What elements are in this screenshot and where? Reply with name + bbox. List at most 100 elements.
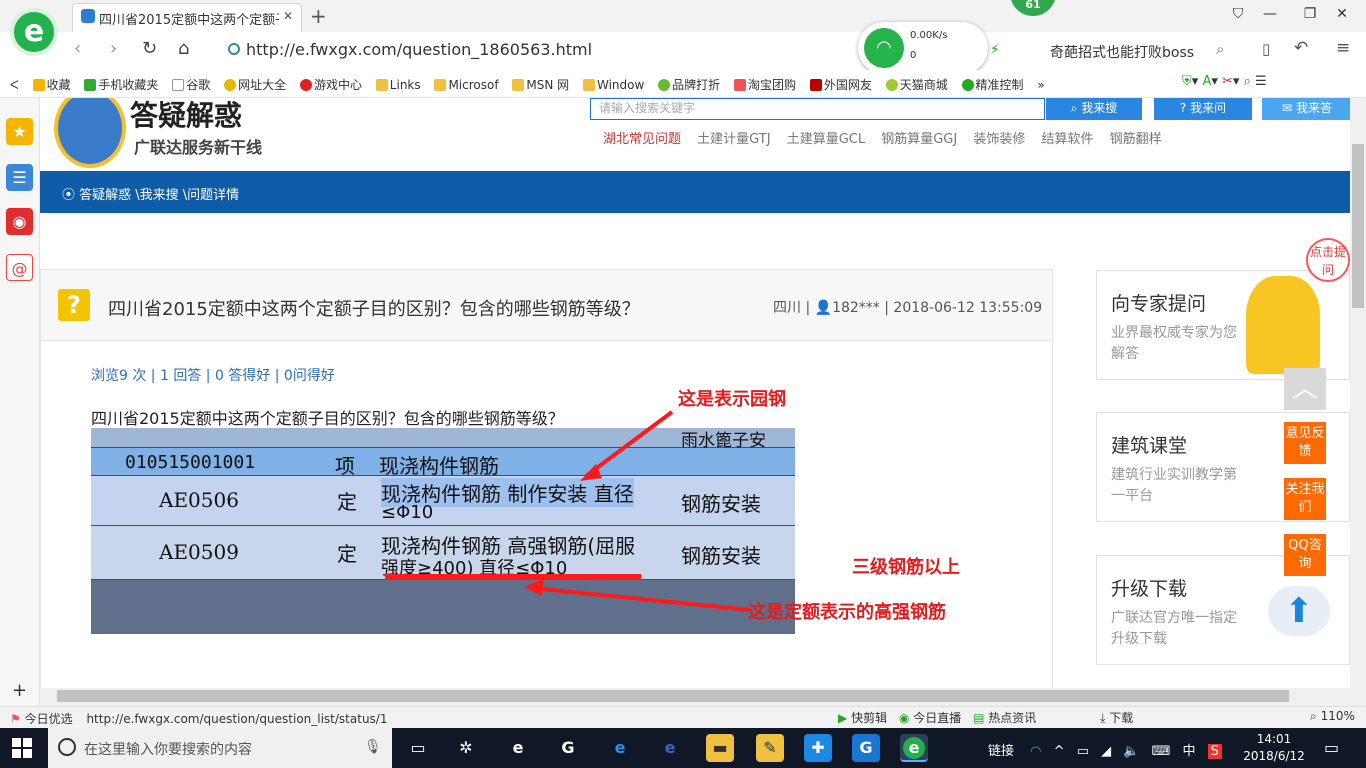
notification-center-icon[interactable]: ▭: [1324, 738, 1339, 757]
bookmark-item[interactable]: 网址大全: [224, 78, 286, 92]
swirl-app-icon[interactable]: G: [554, 734, 582, 762]
bookmark-item[interactable]: MSN 网: [512, 78, 569, 92]
taskbar-clock[interactable]: 14:01 2018/6/12: [1240, 731, 1308, 765]
add-icon[interactable]: +: [12, 680, 27, 701]
ask-button[interactable]: ? 我来问: [1154, 98, 1252, 120]
edge-icon[interactable]: e: [606, 734, 634, 762]
tray-link[interactable]: 链接: [988, 744, 1014, 759]
bookmark-item[interactable]: 淘宝团购: [734, 78, 796, 92]
bookmark-item[interactable]: Window: [583, 78, 644, 92]
undo-icon[interactable]: ↶: [1294, 38, 1308, 58]
ie-e-app-icon[interactable]: e: [504, 734, 532, 762]
wifi-icon[interactable]: ◠: [1030, 744, 1041, 759]
status-item[interactable]: 今日直播: [913, 711, 961, 725]
annotation-round-steel: 这是表示园钢: [678, 389, 786, 410]
status-today-pick[interactable]: 今日优选: [25, 712, 73, 726]
arrowhead-high-strength: [524, 578, 544, 596]
bookmark-item[interactable]: Links: [375, 78, 421, 92]
net-speed: 0.00K/s: [910, 30, 948, 41]
favorites-icon[interactable]: ★: [6, 118, 33, 145]
browser-taskbar-icon[interactable]: e: [900, 734, 928, 762]
lightning-icon[interactable]: ⚡: [990, 42, 1000, 58]
task-view-icon[interactable]: ▭: [404, 734, 432, 762]
bookmark-item[interactable]: 品牌打折: [658, 78, 720, 92]
minimize-icon[interactable]: —: [1250, 6, 1290, 22]
pinwheel-app-icon[interactable]: ✲: [452, 734, 480, 762]
bookmark-item[interactable]: 外国网友: [809, 78, 872, 92]
search-button[interactable]: ⌕ 我来搜: [1046, 98, 1142, 120]
plus-app-icon[interactable]: ✚: [804, 734, 832, 762]
news-icon: ▤: [973, 711, 985, 725]
taskbar-search-input[interactable]: 在这里输入你要搜索的内容: [48, 728, 392, 768]
feedback-button[interactable]: 意见反馈: [1284, 422, 1326, 464]
chat-icon: [961, 79, 974, 91]
keyboard-icon[interactable]: ⌨: [1152, 744, 1171, 759]
bookmark-item[interactable]: 精准控制: [961, 78, 1024, 92]
zoom-level[interactable]: ⌕ 110%: [1310, 709, 1355, 724]
back-icon[interactable]: ‹: [74, 38, 81, 59]
clock-time: 14:01: [1256, 732, 1292, 746]
category-link[interactable]: 钢筋翻样: [1110, 132, 1162, 147]
secure-icon: [228, 43, 240, 55]
url-bar[interactable]: http://e.fwxgx.com/question_1860563.html: [228, 40, 592, 59]
tab-title: 四川省2015定额中这两个定额子: [99, 13, 279, 28]
status-item[interactable]: 热点资讯: [988, 711, 1036, 725]
close-window-icon[interactable]: ✕: [1322, 6, 1362, 22]
browser-tab[interactable]: 四川省2015定额中这两个定额子 ✕: [72, 3, 302, 32]
wifi-icon: ◠: [864, 28, 904, 68]
bookmark-item[interactable]: 游戏中心: [299, 78, 362, 92]
home-icon[interactable]: ⌂: [178, 38, 189, 59]
show-hidden-icon[interactable]: ^: [1054, 744, 1065, 759]
volume-icon[interactable]: 🔈: [1123, 744, 1139, 759]
answer-button[interactable]: ✉ 我来答: [1262, 98, 1350, 120]
close-tab-icon[interactable]: ✕: [283, 9, 293, 23]
network-speed-widget[interactable]: ◠ 0.00K/s 0: [858, 22, 988, 74]
bookmark-item[interactable]: Microsof: [434, 78, 499, 92]
folder-icon: [434, 79, 447, 91]
vertical-scroll-thumb[interactable]: [1352, 144, 1364, 308]
browser-logo[interactable]: e: [10, 8, 58, 56]
sogou-icon[interactable]: S: [1207, 744, 1222, 759]
internet-explorer-icon[interactable]: e: [656, 734, 684, 762]
search-circle-icon: [58, 738, 76, 756]
notes-app-icon[interactable]: ✎: [756, 734, 784, 762]
search-icon: ⌕: [1070, 101, 1078, 115]
forward-icon[interactable]: ›: [110, 38, 117, 59]
ime-indicator[interactable]: 中: [1183, 744, 1196, 759]
battery-icon[interactable]: ▭: [1077, 744, 1089, 759]
g-app-icon[interactable]: G: [852, 734, 880, 762]
status-item[interactable]: 下载: [1109, 711, 1133, 725]
download-arrow-icon: ⬆: [1268, 586, 1330, 636]
zoom-icon: ⌕: [1310, 709, 1317, 723]
qq-consult-button[interactable]: QQ咨询: [1284, 534, 1326, 576]
annotation-high-strength: 这是定额表示的高强钢筋: [748, 602, 946, 623]
bookmark-item[interactable]: 天猫商城: [885, 78, 948, 92]
windows-start-icon[interactable]: [12, 738, 32, 758]
click-ask-tag[interactable]: 点击提问: [1306, 238, 1350, 282]
status-item[interactable]: 快剪辑: [851, 711, 887, 725]
toolbar-extensions[interactable]: ⛨▾ A▾ ✂▾ ⌕ ☰: [1182, 74, 1267, 89]
search-icon[interactable]: ⌕: [1216, 40, 1224, 58]
weibo-icon[interactable]: ◉: [6, 208, 33, 235]
follow-us-button[interactable]: 关注我们: [1284, 478, 1326, 520]
collapse-icon[interactable]: ᐸ: [10, 78, 19, 92]
bookmark-item[interactable]: 收藏: [32, 78, 71, 92]
microphone-icon[interactable]: 🎙: [364, 739, 382, 755]
horizontal-scroll-thumb[interactable]: [57, 690, 1289, 702]
menu-icon[interactable]: ≡: [1336, 38, 1350, 58]
refresh-icon[interactable]: ↻: [142, 38, 157, 59]
reader-icon[interactable]: ☰: [6, 164, 33, 191]
mail-icon[interactable]: @: [6, 254, 33, 281]
more-icon[interactable]: »: [1037, 78, 1044, 92]
back-to-top-button[interactable]: ︿: [1284, 368, 1326, 410]
new-tab-icon[interactable]: +: [310, 4, 327, 28]
file-explorer-icon[interactable]: ▬: [706, 734, 734, 762]
bookmark-item[interactable]: 谷歌: [172, 78, 210, 92]
browser-search-input[interactable]: 奇葩招式也能打败boss: [1050, 42, 1194, 62]
bookmarks-bar: ᐸ 收藏 手机收藏夹 谷歌 网址大全 游戏中心 Links Microsof M…: [0, 70, 1366, 98]
today-pick-icon: ⚑: [10, 712, 21, 726]
network-icon[interactable]: ◢: [1101, 744, 1111, 759]
question-icon: ?: [1179, 101, 1187, 115]
bookmark-item[interactable]: 手机收藏夹: [84, 78, 158, 92]
phone-icon[interactable]: ▯: [1262, 40, 1270, 58]
